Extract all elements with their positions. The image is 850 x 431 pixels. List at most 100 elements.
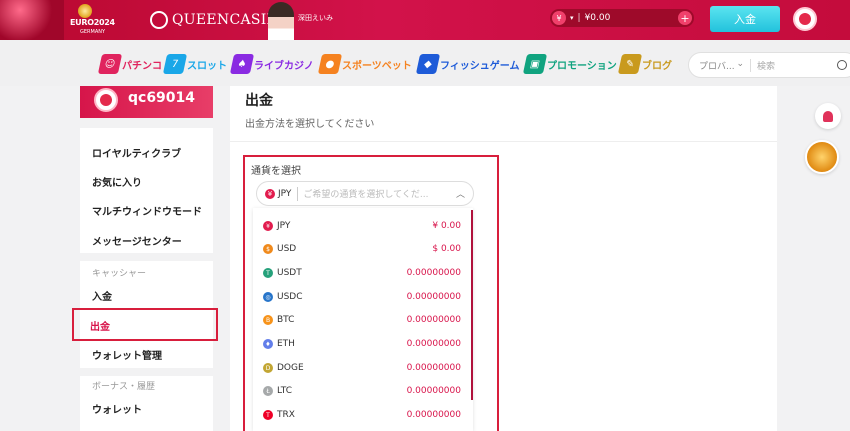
currency-dropdown: ¥ JPY ¥ 0.00 $ USD $ 0.00 T USDT 0.00000…	[253, 208, 473, 431]
nav-item-pachinko[interactable]: ☺ パチンコ	[97, 54, 162, 74]
currency-code: TRX	[277, 410, 295, 420]
balance-selector[interactable]: ¥ ▾ | ¥0.00 +	[550, 9, 694, 27]
ltc-icon: Ł	[263, 386, 273, 396]
nav-label: プロモーション	[547, 60, 617, 72]
ambassador-caption: 深田えいみ	[298, 14, 333, 22]
nav-label: フィッシュゲーム	[440, 60, 520, 72]
nav-label: ブログ	[642, 60, 672, 72]
euro2024-logo[interactable]: EURO2024 GERMANY	[70, 4, 126, 38]
top-bar: EURO2024 GERMANY QUEENCASINO 深田えいみ ¥ ▾ |…	[0, 0, 850, 40]
currency-code: DOGE	[277, 363, 304, 373]
currency-option-trx[interactable]: T TRX 0.00000000	[253, 403, 469, 427]
currency-option-ltc[interactable]: Ł LTC 0.00000000	[253, 379, 469, 403]
nav-label: ライブカジノ	[254, 60, 314, 72]
deposit-button[interactable]: 入金	[710, 6, 780, 32]
section-bonus-history: ボーナス・履歴	[92, 382, 156, 392]
currency-code: USD	[277, 244, 297, 254]
provider-label: プロバ...	[699, 61, 735, 72]
selected-currency-code: JPY	[278, 188, 292, 199]
usdt-icon: T	[263, 268, 273, 278]
eth-icon: ♦	[263, 339, 273, 349]
nav-item-blog[interactable]: ✎ ブログ	[617, 54, 672, 74]
main-nav: ☺ パチンコ 7 スロット ♠ ライブカジノ ● スポーツベット ◆ フィッシュ…	[0, 40, 850, 86]
usd-icon: $	[263, 244, 273, 254]
search-input[interactable]: 検索	[757, 59, 837, 72]
bell-icon	[823, 110, 833, 122]
usdc-icon: ◎	[263, 292, 273, 302]
sidebar-item-wallet[interactable]: ウォレット	[92, 401, 142, 416]
decorative-corner	[0, 0, 64, 40]
currency-balance: 0.00000000	[406, 292, 461, 302]
slot-face-icon: ☺	[97, 54, 123, 74]
currency-select[interactable]: ¥ JPY ご希望の通貨を選択してくだ... ︿	[256, 181, 474, 206]
page-title: 出金	[245, 93, 273, 109]
sidebar-item-loyalty-club[interactable]: ロイヤルティクラブ	[92, 145, 181, 160]
currency-option-usdt[interactable]: T USDT 0.00000000	[253, 261, 469, 285]
nav-item-sports-bet[interactable]: ● スポーツベット	[317, 54, 412, 74]
gift-icon: ▣	[522, 54, 548, 74]
btc-icon: B	[263, 315, 273, 325]
divider	[80, 253, 213, 261]
ambassador-photo	[268, 2, 294, 40]
chevron-up-icon: ︿	[455, 190, 465, 200]
nav-item-fish-game[interactable]: ◆ フィッシュゲーム	[415, 54, 520, 74]
currency-search-input[interactable]: ご希望の通貨を選択してくだ...	[303, 187, 456, 200]
trophy-icon[interactable]	[805, 140, 839, 174]
currency-balance: 0.00000000	[406, 363, 461, 373]
currency-code: ETH	[277, 339, 295, 349]
divider	[80, 368, 213, 376]
chevron-down-icon: ▾	[570, 14, 574, 22]
game-search: プロバ... ⌄ 検索	[688, 52, 850, 78]
nav-item-slots[interactable]: 7 スロット	[162, 54, 227, 74]
currency-balance: 0.00000000	[406, 268, 461, 278]
avatar	[94, 88, 118, 112]
ball-icon: ●	[317, 54, 343, 74]
currency-label: 通貨を選択	[251, 166, 301, 177]
currency-balance: 0.00000000	[406, 386, 461, 396]
currency-code: JPY	[277, 221, 291, 231]
currency-balance: 0.00000000	[406, 315, 461, 325]
sidebar-item-message-center[interactable]: メッセージセンター	[92, 233, 182, 248]
currency-code: LTC	[277, 386, 293, 396]
sidebar-item-favorites[interactable]: お気に入り	[92, 174, 142, 189]
currency-option-eth[interactable]: ♦ ETH 0.00000000	[253, 332, 469, 356]
currency-option-usd[interactable]: $ USD $ 0.00	[253, 237, 469, 261]
euro-logo-subtext: GERMANY	[80, 29, 106, 35]
fish-icon: ◆	[415, 54, 441, 74]
user-avatar[interactable]	[793, 7, 817, 31]
currency-option-doge[interactable]: D DOGE 0.00000000	[253, 356, 469, 380]
nav-item-promotions[interactable]: ▣ プロモーション	[522, 54, 617, 74]
spade-icon: ♠	[229, 54, 255, 74]
balance-amount: ¥0.00	[584, 13, 611, 23]
divider: |	[577, 13, 581, 23]
sidebar-item-multi-window[interactable]: マルチウィンドウモード	[92, 203, 202, 218]
sidebar-item-deposit[interactable]: 入金	[92, 288, 112, 303]
nav-item-live-casino[interactable]: ♠ ライブカジノ	[229, 54, 314, 74]
provider-dropdown[interactable]: プロバ... ⌄	[699, 58, 751, 72]
section-cashier: キャッシャー	[92, 269, 147, 279]
username: qc69014	[128, 90, 196, 106]
add-funds-button[interactable]: +	[678, 11, 692, 25]
nav-label: スロット	[187, 60, 227, 72]
divider	[297, 186, 299, 201]
currency-code: USDT	[277, 268, 302, 278]
currency-balance: $ 0.00	[432, 244, 461, 254]
sidebar-item-withdraw-label: 出金	[90, 322, 110, 333]
currency-option-jpy[interactable]: ¥ JPY ¥ 0.00	[253, 214, 469, 238]
account-sidebar: ロイヤルティクラブ お気に入り マルチウィンドウモード メッセージセンター キャ…	[80, 128, 213, 431]
777-icon: 7	[162, 54, 188, 74]
currency-code: BTC	[277, 315, 295, 325]
ambassador-banner[interactable]: 深田えいみ	[262, 0, 362, 40]
search-icon[interactable]	[837, 60, 847, 70]
yen-icon: ¥	[265, 188, 275, 199]
user-card: qc69014	[80, 86, 213, 118]
yen-icon: ¥	[552, 11, 566, 25]
chevron-down-icon: ⌄	[736, 58, 744, 69]
notification-button[interactable]	[815, 103, 841, 129]
currency-balance: 0.00000000	[406, 339, 461, 349]
scrollbar[interactable]	[471, 210, 473, 400]
currency-option-usdc[interactable]: ◎ USDC 0.00000000	[253, 285, 469, 309]
currency-balance: 0.00000000	[406, 410, 461, 420]
currency-option-btc[interactable]: B BTC 0.00000000	[253, 308, 469, 332]
sidebar-item-wallet-management[interactable]: ウォレット管理	[92, 347, 162, 362]
